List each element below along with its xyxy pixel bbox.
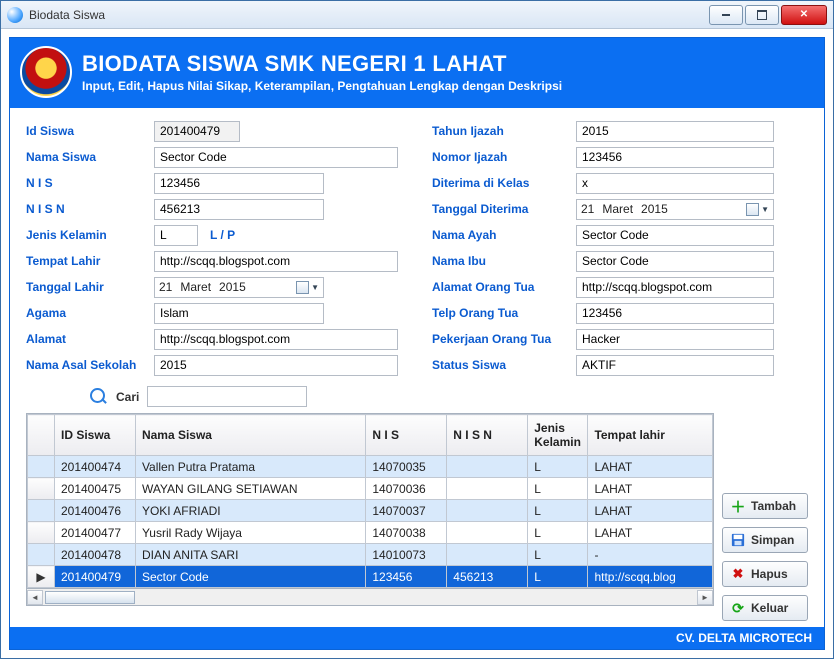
label-agama: Agama [26,306,154,320]
search-label: Cari [116,390,139,404]
page-title: BIODATA SISWA SMK NEGERI 1 LAHAT [82,51,562,77]
grid-hscrollbar[interactable]: ◄► [26,589,714,606]
label-tempat-lahir: Tempat Lahir [26,254,154,268]
tgl-lahir-picker[interactable]: 21 Maret 2015 ▼ [154,277,324,298]
label-nama-ibu: Nama Ibu [432,254,576,268]
label-thn-ijazah: Tahun Ijazah [432,124,576,138]
col-nama-siswa[interactable]: Nama Siswa [135,415,365,456]
nis-input[interactable] [154,173,324,194]
school-logo [20,46,72,98]
label-status: Status Siswa [432,358,576,372]
label-nama-ayah: Nama Ayah [432,228,576,242]
col-tempat-lahir[interactable]: Tempat lahir [588,415,713,456]
label-jk: Jenis Kelamin [26,228,154,242]
maximize-button[interactable] [745,5,779,25]
page-subtitle: Input, Edit, Hapus Nilai Sikap, Keteramp… [82,79,562,93]
titlebar[interactable]: Biodata Siswa [1,1,833,29]
row-header-col[interactable] [28,415,55,456]
label-nis: N I S [26,176,154,190]
telp-ortu-input[interactable] [576,303,774,324]
label-alamat-ortu: Alamat Orang Tua [432,280,576,294]
minimize-button[interactable] [709,5,743,25]
label-tgl-lahir: Tanggal Lahir [26,280,154,294]
table-row[interactable]: 201400475WAYAN GILANG SETIAWAN14070036LL… [28,478,713,500]
hapus-button[interactable]: ✖ Hapus [722,561,808,587]
label-asal-sekolah: Nama Asal Sekolah [26,358,154,372]
nama-ayah-input[interactable] [576,225,774,246]
plus-icon: ＋ [731,499,745,513]
delete-icon: ✖ [731,567,745,581]
label-nisn: N I S N [26,202,154,216]
col-id-siswa[interactable]: ID Siswa [54,415,135,456]
pekerjaan-ortu-input[interactable] [576,329,774,350]
nama-siswa-input[interactable] [154,147,398,168]
keluar-button[interactable]: ⟳ Keluar [722,595,808,621]
label-no-ijazah: Nomor Ijazah [432,150,576,164]
alamat-ortu-input[interactable] [576,277,774,298]
close-button[interactable] [781,5,827,25]
nama-ibu-input[interactable] [576,251,774,272]
label-pekerjaan-ortu: Pekerjaan Orang Tua [432,332,576,346]
label-id-siswa: Id Siswa [26,124,154,138]
no-ijazah-input[interactable] [576,147,774,168]
header-banner: BIODATA SISWA SMK NEGERI 1 LAHAT Input, … [10,38,824,108]
data-grid[interactable]: ID Siswa Nama Siswa N I S N I S N Jenis … [26,413,714,589]
table-row[interactable]: 201400477Yusril Rady Wijaya14070038LLAHA… [28,522,713,544]
col-nis[interactable]: N I S [366,415,447,456]
id-siswa-input [154,121,240,142]
tgl-diterima-picker[interactable]: 21 Maret 2015 ▼ [576,199,774,220]
alamat-input[interactable] [154,329,398,350]
label-alamat: Alamat [26,332,154,346]
diterima-input[interactable] [576,173,774,194]
refresh-icon: ⟳ [731,601,745,615]
table-row[interactable]: 201400478DIAN ANITA SARI14010073L- [28,544,713,566]
thn-ijazah-input[interactable] [576,121,774,142]
table-row[interactable]: ▶201400479Sector Code123456456213Lhttp:/… [28,566,713,588]
col-nisn[interactable]: N I S N [447,415,528,456]
label-nama-siswa: Nama Siswa [26,150,154,164]
search-input[interactable] [147,386,307,407]
agama-input[interactable] [154,303,324,324]
simpan-button[interactable]: Simpan [722,527,808,553]
status-input[interactable] [576,355,774,376]
footer-text: CV. DELTA MICROTECH [10,627,824,649]
jk-input[interactable] [154,225,198,246]
window-title: Biodata Siswa [29,8,707,22]
col-jk[interactable]: Jenis Kelamin [528,415,588,456]
save-icon [731,533,745,547]
nisn-input[interactable] [154,199,324,220]
asal-sekolah-input[interactable] [154,355,398,376]
label-diterima: Diterima di Kelas [432,176,576,190]
app-window: Biodata Siswa BIODATA SISWA SMK NEGERI 1… [0,0,834,659]
table-row[interactable]: 201400474Vallen Putra Pratama14070035LLA… [28,456,713,478]
tempat-lahir-input[interactable] [154,251,398,272]
tambah-button[interactable]: ＋ Tambah [722,493,808,519]
app-icon [7,7,23,23]
label-telp-ortu: Telp Orang Tua [432,306,576,320]
jk-hint: L / P [210,228,235,242]
table-row[interactable]: 201400476YOKI AFRIADI14070037LLAHAT [28,500,713,522]
search-icon [90,388,108,406]
label-tgl-diterima: Tanggal Diterima [432,202,576,216]
